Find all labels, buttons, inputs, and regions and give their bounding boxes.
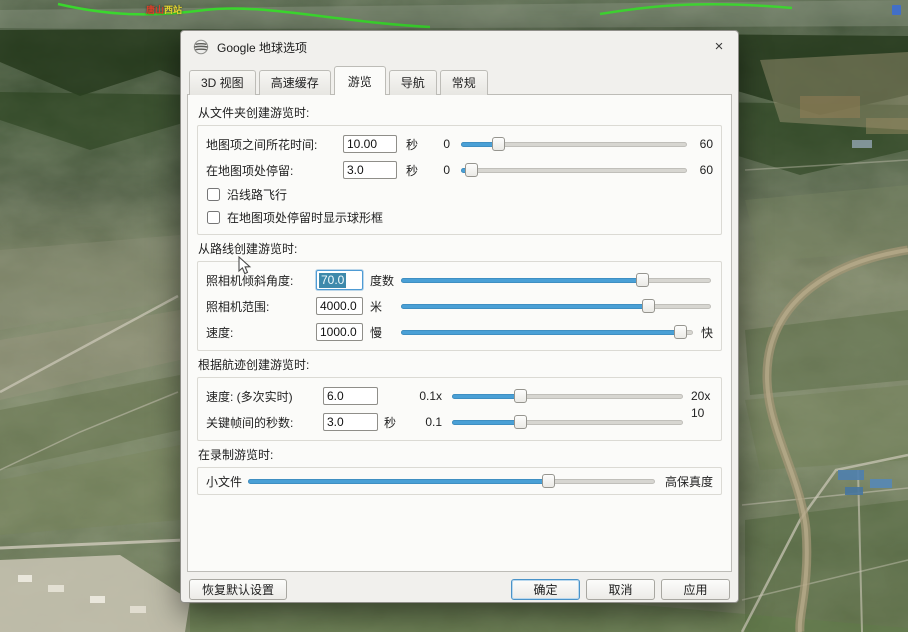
slider-thumb[interactable]: [465, 163, 478, 177]
camera-tilt-slider[interactable]: [401, 272, 711, 288]
slider-thumb[interactable]: [674, 325, 687, 339]
unit-label: 秒: [397, 162, 429, 179]
keyframe-seconds-input[interactable]: [323, 413, 378, 431]
slider-max-label: 60: [689, 137, 713, 151]
row-keyframe-seconds: 关键帧间的秒数: 秒 0.1 10: [206, 409, 713, 435]
dialog-title: Google 地球选项: [217, 39, 307, 56]
restore-defaults-button[interactable]: 恢复默认设置: [189, 579, 287, 600]
slider-max-label: 20x: [685, 389, 713, 403]
slider-thumb[interactable]: [542, 474, 555, 488]
track-speed-input[interactable]: [323, 387, 378, 405]
station-label-part1: 唐山: [146, 5, 164, 15]
slider-fill: [248, 479, 549, 484]
line-speed-input[interactable]: [316, 323, 363, 341]
wait-at-feature-slider[interactable]: [461, 162, 687, 178]
tab-touring[interactable]: 游览: [334, 66, 386, 95]
slider-fill: [452, 420, 521, 425]
checkbox-label: 在地图项处停留时显示球形框: [227, 209, 383, 226]
field-label: 速度: (多次实时): [206, 388, 323, 405]
tab-3d-view[interactable]: 3D 视图: [189, 70, 256, 95]
selected-text: 70.0: [319, 273, 346, 288]
fly-along-lines-checkbox[interactable]: [207, 188, 220, 201]
time-between-input[interactable]: [343, 135, 397, 153]
slider-thumb[interactable]: [642, 299, 655, 313]
camera-range-input[interactable]: [316, 297, 363, 315]
track-speed-slider[interactable]: [452, 388, 683, 404]
row-time-between-features: 地图项之间所花时间: 秒 0 60: [206, 131, 713, 157]
time-between-slider[interactable]: [461, 136, 687, 152]
row-recording-quality: 小文件 高保真度: [206, 470, 713, 492]
slider-fill: [401, 278, 643, 283]
group-recording: 小文件 高保真度: [197, 467, 722, 495]
field-label: 在地图项处停留:: [206, 162, 343, 179]
row-fly-along-lines: 沿线路飞行: [206, 183, 713, 206]
slider-fill: [401, 304, 649, 309]
slider-max-label: 快: [695, 324, 713, 341]
unit-label: 度数: [363, 272, 399, 289]
section-header-line-tour: 从路线创建游览时:: [198, 240, 722, 257]
tab-general[interactable]: 常规: [440, 70, 488, 95]
slider-max-label: 10: [685, 406, 713, 420]
google-earth-options-dialog: Google 地球选项 × 3D 视图 高速缓存 游览 导航 常规 从文件夹创建…: [180, 30, 739, 603]
slider-thumb[interactable]: [636, 273, 649, 287]
slider-min-label: 小文件: [206, 473, 246, 490]
line-speed-slider[interactable]: [401, 324, 693, 340]
tab-bar: 3D 视图 高速缓存 游览 导航 常规: [181, 63, 738, 94]
slider-fill: [401, 330, 681, 335]
field-label: 地图项之间所花时间:: [206, 136, 343, 153]
camera-tilt-input[interactable]: 70.0: [316, 270, 363, 290]
close-icon[interactable]: ×: [708, 37, 730, 57]
slider-min-label: 0: [429, 163, 459, 177]
slider-thumb[interactable]: [492, 137, 505, 151]
slider-max-label: 60: [689, 163, 713, 177]
apply-button[interactable]: 应用: [661, 579, 730, 600]
row-speed: 速度: 慢 快: [206, 319, 713, 345]
ok-button[interactable]: 确定: [511, 579, 580, 600]
row-wait-at-feature: 在地图项处停留: 秒 0 60: [206, 157, 713, 183]
slider-max-label: 高保真度: [657, 473, 713, 490]
group-track-tour: 速度: (多次实时) 0.1x 20x 关键帧间的秒数: 秒 0.1: [197, 377, 722, 441]
tab-cache[interactable]: 高速缓存: [259, 70, 331, 95]
row-camera-tilt: 照相机倾斜角度: 70.0 度数: [206, 267, 713, 293]
group-folder-tour: 地图项之间所花时间: 秒 0 60 在地图项处停留: 秒 0: [197, 125, 722, 235]
slider-track[interactable]: [461, 168, 687, 173]
slider-thumb[interactable]: [514, 389, 527, 403]
show-balloon-checkbox[interactable]: [207, 211, 220, 224]
keyframe-seconds-slider[interactable]: [452, 414, 683, 430]
section-header-recording: 在录制游览时:: [198, 446, 722, 463]
unit-label: 米: [363, 298, 399, 315]
cancel-button[interactable]: 取消: [586, 579, 655, 600]
unit-label: 秒: [378, 414, 400, 431]
checkbox-label: 沿线路飞行: [227, 186, 287, 203]
slider-thumb[interactable]: [514, 415, 527, 429]
field-label: 关键帧间的秒数:: [206, 414, 323, 431]
wait-at-feature-input[interactable]: [343, 161, 397, 179]
row-camera-range: 照相机范围: 米: [206, 293, 713, 319]
tab-navigation[interactable]: 导航: [389, 70, 437, 95]
touring-tab-page: 从文件夹创建游览时: 地图项之间所花时间: 秒 0 60 在地图项处停留: 秒 …: [187, 94, 732, 572]
map-label-marker: [892, 5, 901, 15]
slider-min-label: 0.1: [400, 415, 450, 429]
google-earth-icon: [193, 39, 209, 55]
mouse-cursor: [238, 256, 252, 276]
station-label-part2: 西站: [164, 5, 182, 15]
slider-min-label: 慢: [363, 324, 399, 341]
slider-min-label: 0.1x: [400, 389, 450, 403]
field-label: 照相机倾斜角度:: [206, 272, 316, 289]
section-header-folder-tour: 从文件夹创建游览时:: [198, 104, 722, 121]
dialog-titlebar[interactable]: Google 地球选项 ×: [181, 31, 738, 63]
row-show-balloon: 在地图项处停留时显示球形框: [206, 206, 713, 229]
dialog-footer: 恢复默认设置 确定 取消 应用: [181, 572, 738, 600]
recording-quality-slider[interactable]: [248, 473, 655, 489]
camera-range-slider[interactable]: [401, 298, 711, 314]
slider-min-label: 0: [429, 137, 459, 151]
section-header-track-tour: 根据航迹创建游览时:: [198, 356, 722, 373]
map-station-label: 唐山西站: [146, 3, 182, 16]
field-label: 速度:: [206, 324, 316, 341]
group-line-tour: 照相机倾斜角度: 70.0 度数 照相机范围: 米: [197, 261, 722, 351]
field-label: 照相机范围:: [206, 298, 316, 315]
unit-label: 秒: [397, 136, 429, 153]
slider-fill: [452, 394, 521, 399]
row-track-speed: 速度: (多次实时) 0.1x 20x: [206, 383, 713, 409]
